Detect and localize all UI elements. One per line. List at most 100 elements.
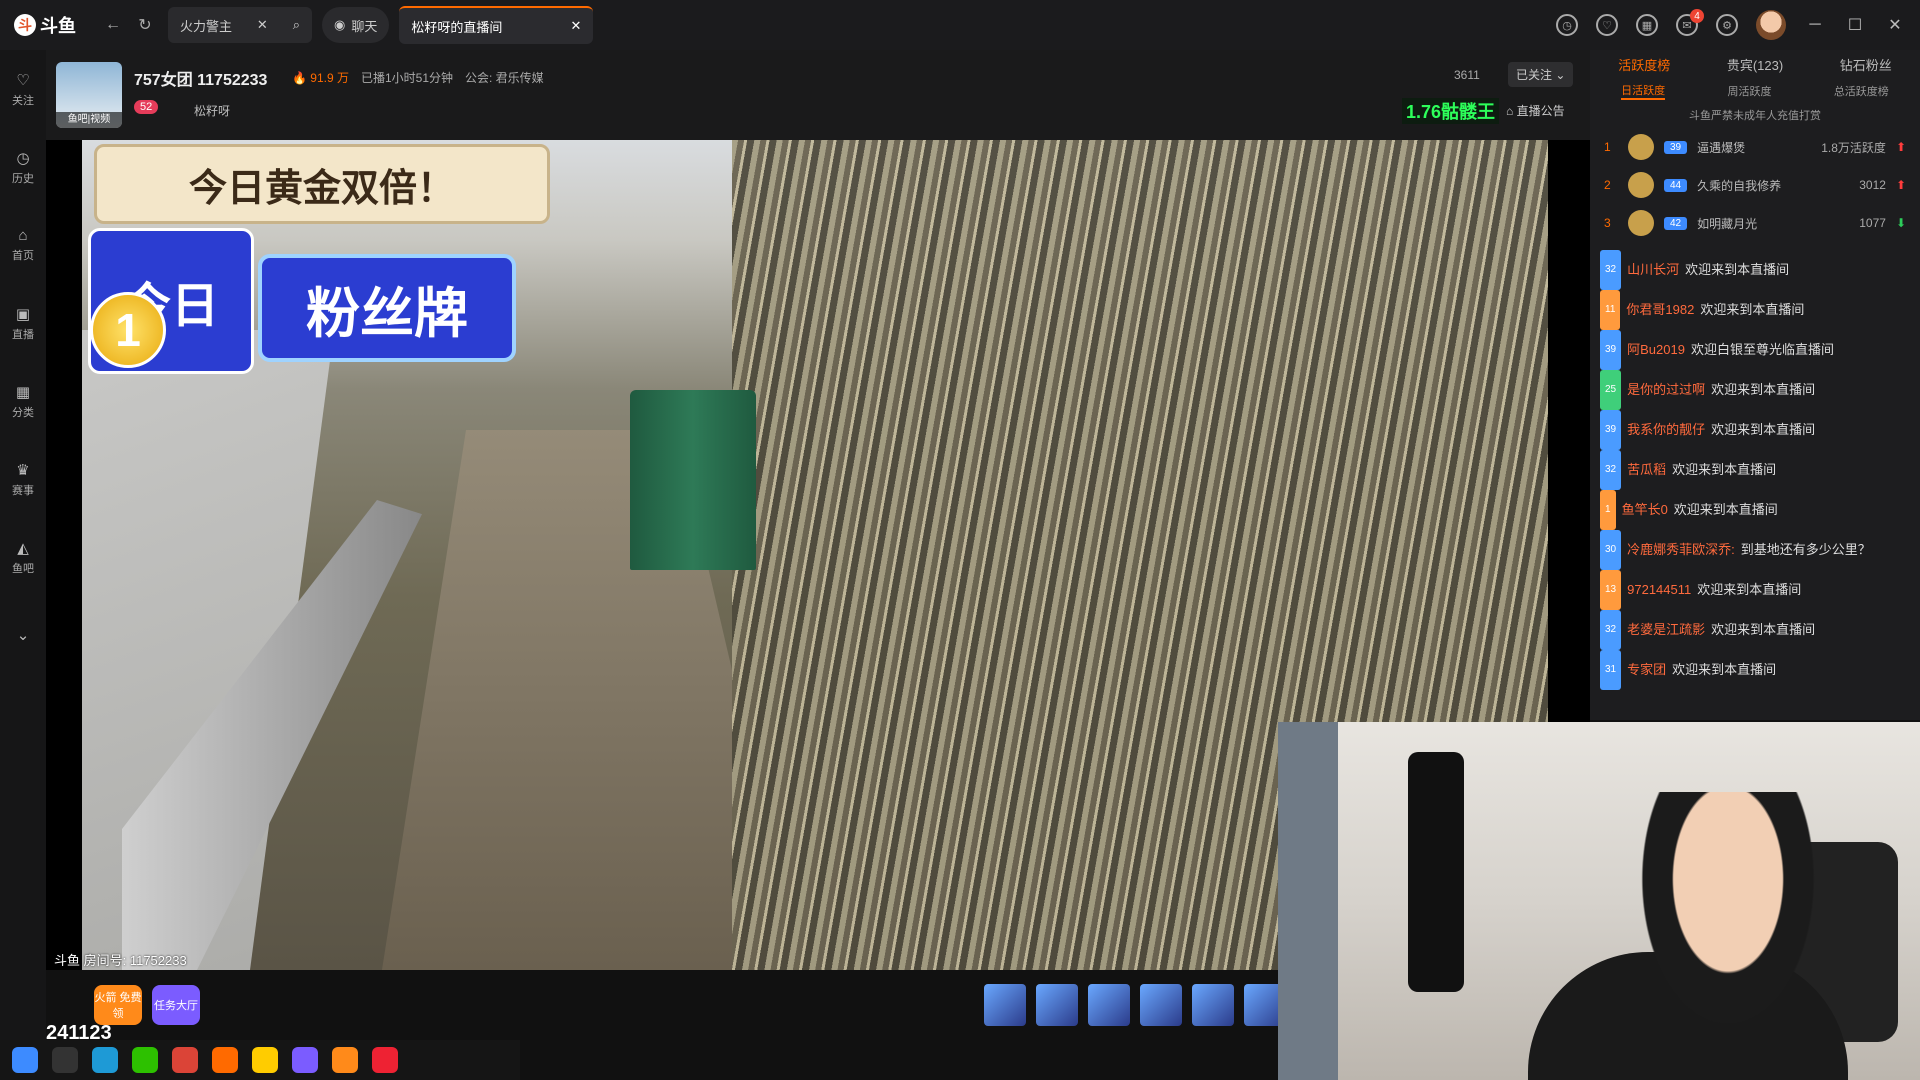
app-icon[interactable] — [252, 1047, 278, 1073]
chat-message[interactable]: 25 是你的过过啊 欢迎来到本直播间 — [1600, 370, 1910, 410]
chat-username[interactable]: 是你的过过啊 — [1627, 371, 1705, 409]
owner-name[interactable]: 松籽呀 — [194, 102, 230, 119]
sidebar-item-events[interactable]: ♛ 赛事 — [0, 440, 46, 518]
fan-badge-promo[interactable]: 今日 1 粉丝牌 — [88, 228, 516, 374]
gift-icon[interactable] — [984, 984, 1026, 1026]
windows-start-icon[interactable] — [12, 1047, 38, 1073]
minimize-icon[interactable]: ─ — [1804, 16, 1826, 34]
level-badge: 25 — [1600, 370, 1622, 410]
maximize-icon[interactable]: ☐ — [1844, 15, 1866, 35]
streamer-avatar[interactable]: 鱼吧|视频 — [56, 62, 122, 128]
chat-text: 到基地还有多少公里？ — [1740, 542, 1871, 557]
chat-username[interactable]: 冷鹿娜秀菲欧深乔: — [1627, 531, 1735, 569]
chat-username[interactable]: 你君哥1982 — [1626, 291, 1694, 329]
announcement-link[interactable]: ⌂ 直播公告 — [1506, 102, 1565, 119]
room-header: 鱼吧|视频 757女团 11752233 🔥 91.9 万 已播1小时51分钟 … — [46, 50, 1590, 140]
chat-tab[interactable]: ◉ 聊天 — [322, 7, 390, 43]
fish-icon: ◭ — [17, 539, 29, 557]
chat-username[interactable]: 鱼竿长0 — [1622, 491, 1668, 529]
gift-icon[interactable] — [1192, 984, 1234, 1026]
home-icon: ⌂ — [18, 227, 28, 244]
chat-message[interactable]: 32 山川长河 欢迎来到本直播间 — [1600, 250, 1910, 290]
message-icon[interactable]: ✉ 4 — [1676, 9, 1704, 36]
sidebar-item-home[interactable]: ⌂ 首页 — [0, 206, 46, 284]
room-tab[interactable]: 松籽呀的直播间 ✕ — [399, 6, 594, 44]
subtab-daily[interactable]: 日活跃度 — [1621, 82, 1666, 100]
subtab-weekly[interactable]: 周活跃度 — [1727, 83, 1771, 99]
chat-username[interactable]: 老婆是江疏影 — [1627, 611, 1705, 649]
music-icon[interactable] — [372, 1047, 398, 1073]
room-title: 757女团 11752233 — [134, 72, 268, 89]
rank-row[interactable]: 2 44 久乘的自我修养 3012 ⬆ — [1590, 166, 1920, 204]
rank-number: 2 — [1604, 178, 1611, 192]
search-tab-label: 火力警主 — [180, 18, 233, 34]
chat-list[interactable]: 32 山川长河 欢迎来到本直播间 11 你君哥1982 欢迎来到本直播间 39 阿Bu20… — [1590, 250, 1920, 720]
user-avatar[interactable] — [1756, 10, 1786, 40]
sidebar-item-live[interactable]: ▣ 直播 — [0, 284, 46, 362]
chat-message[interactable]: 11 你君哥1982 欢迎来到本直播间 — [1600, 290, 1910, 330]
task-hall-button[interactable]: 任务大厅 — [152, 985, 200, 1025]
panel-subtabs: 日活跃度 周活跃度 总活跃度榜 — [1590, 78, 1920, 104]
sidebar-item-history[interactable]: ◷ 历史 — [0, 128, 46, 206]
search-tab[interactable]: 火力警主 ✕ ⌕ — [168, 7, 312, 43]
chat-message[interactable]: 32 苦瓜稻 欢迎来到本直播间 — [1600, 450, 1910, 490]
gold-double-banner: 今日黄金双倍！ — [94, 144, 550, 224]
rank-row[interactable]: 1 39 逼遇爆煲 1.8万活跃度 ⬆ — [1590, 128, 1920, 166]
history-icon[interactable]: ◷ — [1556, 14, 1578, 36]
browser-icon[interactable] — [292, 1047, 318, 1073]
subtab-total[interactable]: 总活跃度榜 — [1834, 83, 1889, 99]
search-icon[interactable]: ⌕ — [293, 17, 300, 33]
edge-icon[interactable] — [92, 1047, 118, 1073]
search-icon[interactable] — [52, 1047, 78, 1073]
calendar-icon[interactable]: ▦ — [1636, 14, 1658, 36]
guild-text[interactable]: 公会: 君乐传媒 — [465, 69, 544, 86]
tab-vip[interactable]: 贵宾(123) — [1727, 55, 1783, 74]
chat-message[interactable]: 1 鱼竿长0 欢迎来到本直播间 — [1600, 490, 1910, 530]
notification-badge: 4 — [1690, 9, 1704, 23]
app-logo[interactable]: 斗 斗鱼 — [14, 10, 94, 40]
chevron-down-icon: ⌄ — [16, 627, 30, 644]
chat-message[interactable]: 39 我系你的靓仔 欢迎来到本直播间 — [1600, 410, 1910, 450]
chat-username[interactable]: 972144511 — [1627, 571, 1691, 609]
refresh-button[interactable]: ↻ — [132, 12, 158, 38]
wechat-icon[interactable] — [132, 1047, 158, 1073]
room-tab-label: 松籽呀的直播间 — [411, 19, 503, 35]
sidebar-item-category[interactable]: ▦ 分类 — [0, 362, 46, 440]
chat-message[interactable]: 13 972144511 欢迎来到本直播间 — [1600, 570, 1910, 610]
rank-row[interactable]: 3 42 如明藏月光 1077 ⬇ — [1590, 204, 1920, 242]
chat-message[interactable]: 32 老婆是江疏影 欢迎来到本直播间 — [1600, 610, 1910, 650]
hour-rank-tag[interactable]: 1.76骷髅王 — [1402, 98, 1500, 124]
avatar-tag[interactable]: 鱼吧|视频 — [56, 112, 122, 128]
tab-activity[interactable]: 活跃度榜 — [1618, 55, 1670, 74]
chat-message[interactable]: 31 专家团 欢迎来到本直播间 — [1600, 650, 1910, 690]
sidebar-expand-button[interactable]: ⌄ — [0, 596, 46, 674]
close-tab-icon[interactable]: ✕ — [570, 18, 581, 34]
chat-username[interactable]: 专家团 — [1627, 651, 1666, 689]
rank-score: 3012 — [1859, 178, 1886, 192]
chat-username[interactable]: 我系你的靓仔 — [1627, 411, 1705, 449]
follow-button[interactable]: 已关注 ⌄ — [1508, 62, 1574, 87]
douyu-client-icon[interactable] — [332, 1047, 358, 1073]
gift-icon[interactable] — [1036, 984, 1078, 1026]
sidebar-item-follow[interactable]: ♡ 关注 — [0, 50, 46, 128]
chat-message[interactable]: 39 阿Bu2019 欢迎白银至尊光临直播间 — [1600, 330, 1910, 370]
douyu-icon[interactable] — [212, 1047, 238, 1073]
trend-up-icon: ⬆ — [1895, 140, 1906, 154]
close-window-icon[interactable]: ✕ — [1884, 15, 1906, 35]
rank-score: 1.8万活跃度 — [1821, 140, 1886, 155]
settings-icon[interactable]: ⚙ — [1716, 14, 1738, 36]
sidebar-item-label: 分类 — [12, 406, 34, 419]
chrome-icon[interactable] — [172, 1047, 198, 1073]
sidebar-item-fishbar[interactable]: ◭ 鱼吧 — [0, 518, 46, 596]
chat-username[interactable]: 苦瓜稻 — [1627, 451, 1666, 489]
chat-message[interactable]: 30 冷鹿娜秀菲欧深乔: 到基地还有多少公里？ — [1600, 530, 1910, 570]
back-button[interactable]: ← — [100, 12, 126, 38]
chat-username[interactable]: 山川长河 — [1627, 251, 1679, 289]
favorite-icon[interactable]: ♡ — [1596, 14, 1618, 36]
gift-icon[interactable] — [1140, 984, 1182, 1026]
tab-diamond[interactable]: 钻石粉丝 — [1840, 55, 1892, 74]
chat-username[interactable]: 阿Bu2019 — [1627, 331, 1685, 369]
clear-icon[interactable]: ✕ — [257, 17, 268, 33]
free-rocket-button[interactable]: 火箭 免费领 — [94, 985, 142, 1025]
gift-icon[interactable] — [1088, 984, 1130, 1026]
